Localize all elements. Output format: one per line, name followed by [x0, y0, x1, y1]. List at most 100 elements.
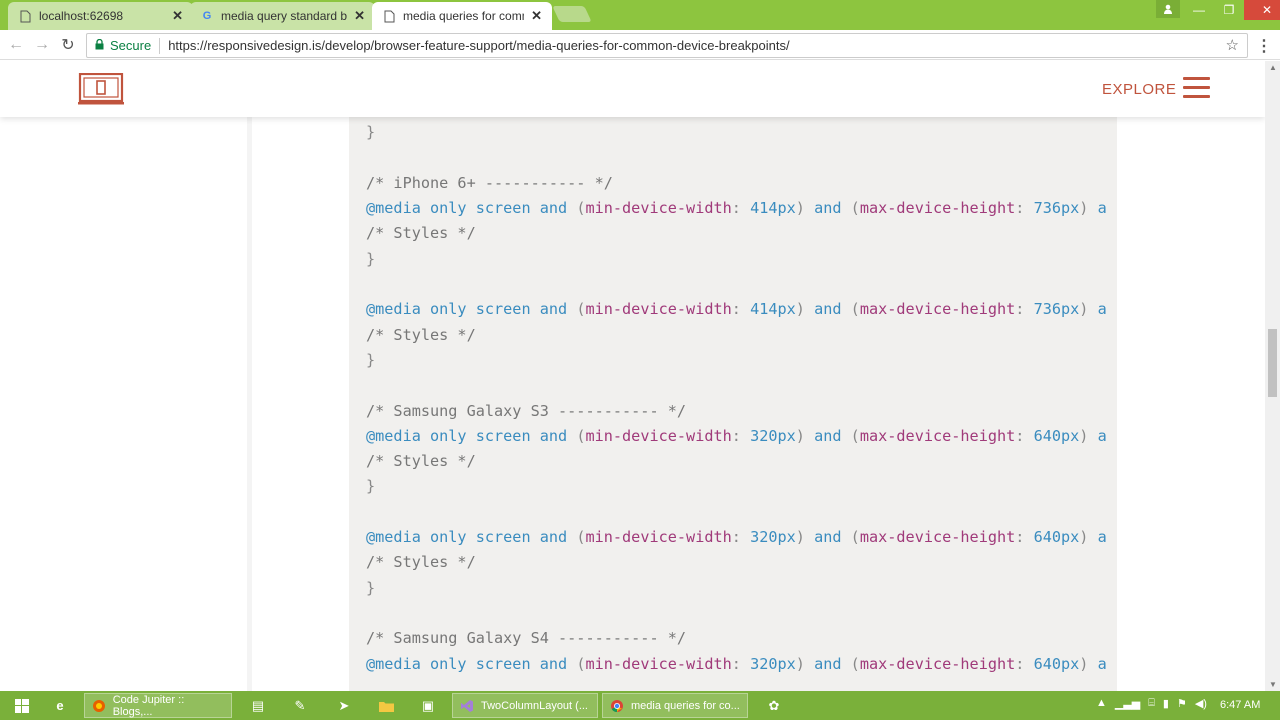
code-line: @media only screen and (min-device-width…	[366, 424, 1107, 449]
code-token: min-device-width	[585, 426, 732, 445]
scrollbar-thumb[interactable]	[1268, 329, 1277, 397]
code-token: }	[366, 578, 376, 597]
taskbar-chrome[interactable]: media queries for co...	[602, 693, 748, 718]
taskbar-app[interactable]: ➤	[330, 693, 358, 718]
restore-icon[interactable]: ❐	[1214, 0, 1244, 20]
code-token: @media only screen and	[366, 300, 577, 319]
close-icon[interactable]: ✕	[172, 8, 183, 24]
taskbar-clock[interactable]: 6:47 AM	[1220, 699, 1260, 711]
code-line: @media only screen and ( min-device-width…	[366, 297, 1107, 322]
back-icon[interactable]: ←	[6, 35, 26, 55]
taskbar-item-label: media queries for co...	[631, 699, 740, 712]
close-icon[interactable]: ✕	[531, 8, 542, 24]
taskbar-explorer[interactable]	[372, 693, 400, 718]
code-line: /* iPhone 6+ ----------- */	[366, 171, 1107, 196]
site-logo[interactable]	[78, 72, 124, 105]
code-line: @media only screen and (min-device-width…	[366, 652, 1107, 677]
code-token: )	[1079, 528, 1098, 547]
code-token: @media only screen and	[366, 654, 577, 673]
page-scrollbar[interactable]: ▲ ▼	[1265, 61, 1280, 691]
tab-media-queries-active[interactable]: media queries for comm ✕	[372, 2, 552, 30]
internet-explorer-icon: e	[56, 698, 64, 713]
battery-icon[interactable]: ▮	[1163, 697, 1169, 710]
code-token: /* iPhone 6+ ----------- */	[366, 173, 613, 192]
code-token: a	[1097, 426, 1107, 445]
tab-title: localhost:62698	[39, 9, 124, 23]
window-app-icon: ▣	[421, 697, 435, 713]
code-block: /* Styles */} /* iPhone 6+ ----------- */…	[349, 101, 1117, 691]
code-line: }	[366, 120, 1107, 145]
tab-media-query-standard[interactable]: G media query standard br ✕	[190, 2, 375, 30]
scroll-down-icon[interactable]: ▼	[1269, 680, 1277, 689]
bookmark-star-icon[interactable]: ☆	[1226, 36, 1239, 54]
firefox-icon	[91, 698, 107, 714]
code-line: /* Styles */	[366, 323, 1107, 348]
code-token: /* Styles */	[366, 325, 476, 344]
window-controls: — ❐ ✕	[1184, 0, 1280, 20]
code-token: (	[850, 300, 860, 319]
minimize-icon[interactable]: —	[1184, 0, 1214, 20]
arrow-app-icon: ➤	[338, 697, 350, 713]
flag-icon[interactable]: ⚑	[1177, 697, 1187, 710]
browser-menu-icon[interactable]: ⋮	[1256, 36, 1272, 56]
code-token: @media only screen and	[366, 528, 577, 547]
secure-label: Secure	[110, 38, 152, 53]
browser-title-bar: localhost:62698 ✕ G media query standard…	[0, 0, 1280, 30]
code-token: a	[1097, 199, 1107, 218]
code-token: )	[1079, 654, 1098, 673]
reload-icon[interactable]: ↻	[58, 35, 78, 55]
tab-localhost[interactable]: localhost:62698 ✕	[8, 2, 193, 30]
url-text[interactable]: https://responsivedesign.is/develop/brow…	[168, 38, 789, 53]
scroll-up-icon[interactable]: ▲	[1269, 63, 1277, 72]
tab-title: media query standard br	[221, 9, 348, 23]
new-tab-button[interactable]	[552, 6, 592, 22]
code-token: :	[1015, 300, 1034, 319]
code-token: 640px	[1033, 654, 1080, 673]
taskbar-visual-studio[interactable]: TwoColumnLayout (...	[452, 693, 598, 718]
tab-title: media queries for comm	[403, 9, 525, 23]
tray-expand-icon[interactable]: ▲	[1096, 697, 1107, 710]
windows-logo-icon	[14, 698, 30, 714]
code-token: and	[814, 426, 851, 445]
google-icon: G	[202, 10, 212, 22]
code-token: )	[795, 199, 815, 218]
code-token: and	[814, 199, 851, 218]
network-icon[interactable]: ⌸	[1148, 697, 1155, 710]
code-token: :	[1015, 654, 1034, 673]
code-token: 640px	[1033, 528, 1080, 547]
forward-icon[interactable]: →	[32, 35, 52, 55]
code-token: min-device-width	[585, 300, 732, 319]
folder-icon	[378, 698, 394, 714]
window-close-icon[interactable]: ✕	[1244, 0, 1280, 20]
code-line: }	[366, 247, 1107, 272]
content-divider	[247, 117, 252, 691]
code-token: 320px	[750, 654, 796, 673]
user-profile-icon[interactable]	[1156, 0, 1180, 18]
taskbar-firefox[interactable]: Code Jupiter :: Blogs,...	[84, 693, 232, 718]
taskbar-app2[interactable]: ▣	[414, 693, 442, 718]
taskbar-paint[interactable]: ✿	[760, 693, 788, 718]
code-line: /* Styles */	[366, 449, 1107, 474]
hamburger-menu-icon[interactable]	[1183, 77, 1210, 99]
explore-link[interactable]: EXPLORE	[1102, 81, 1176, 98]
close-icon[interactable]: ✕	[354, 8, 365, 24]
code-token: and	[814, 654, 851, 673]
taskbar-notepad[interactable]: ▤	[244, 693, 272, 718]
code-token: /* Styles */	[366, 224, 476, 243]
volume-icon[interactable]: ◀)	[1195, 697, 1207, 710]
windows-taskbar: e Code Jupiter :: Blogs,... ▤ ✎ ➤ ▣ TwoC…	[0, 691, 1280, 720]
code-token: min-device-width	[585, 654, 732, 673]
code-line: }	[366, 348, 1107, 373]
code-token: )	[795, 528, 815, 547]
signal-icon[interactable]: ▁▃▅	[1115, 697, 1140, 710]
code-token: )	[795, 300, 815, 319]
taskbar-tools[interactable]: ✎	[286, 693, 314, 718]
taskbar-ie[interactable]: e	[46, 693, 74, 718]
visual-studio-icon	[459, 698, 475, 714]
address-bar[interactable]: Secure https://responsivedesign.is/devel…	[86, 33, 1248, 58]
start-button[interactable]	[8, 693, 36, 718]
site-header: EXPLORE	[0, 61, 1265, 117]
taskbar-item-label: TwoColumnLayout (...	[481, 699, 588, 712]
